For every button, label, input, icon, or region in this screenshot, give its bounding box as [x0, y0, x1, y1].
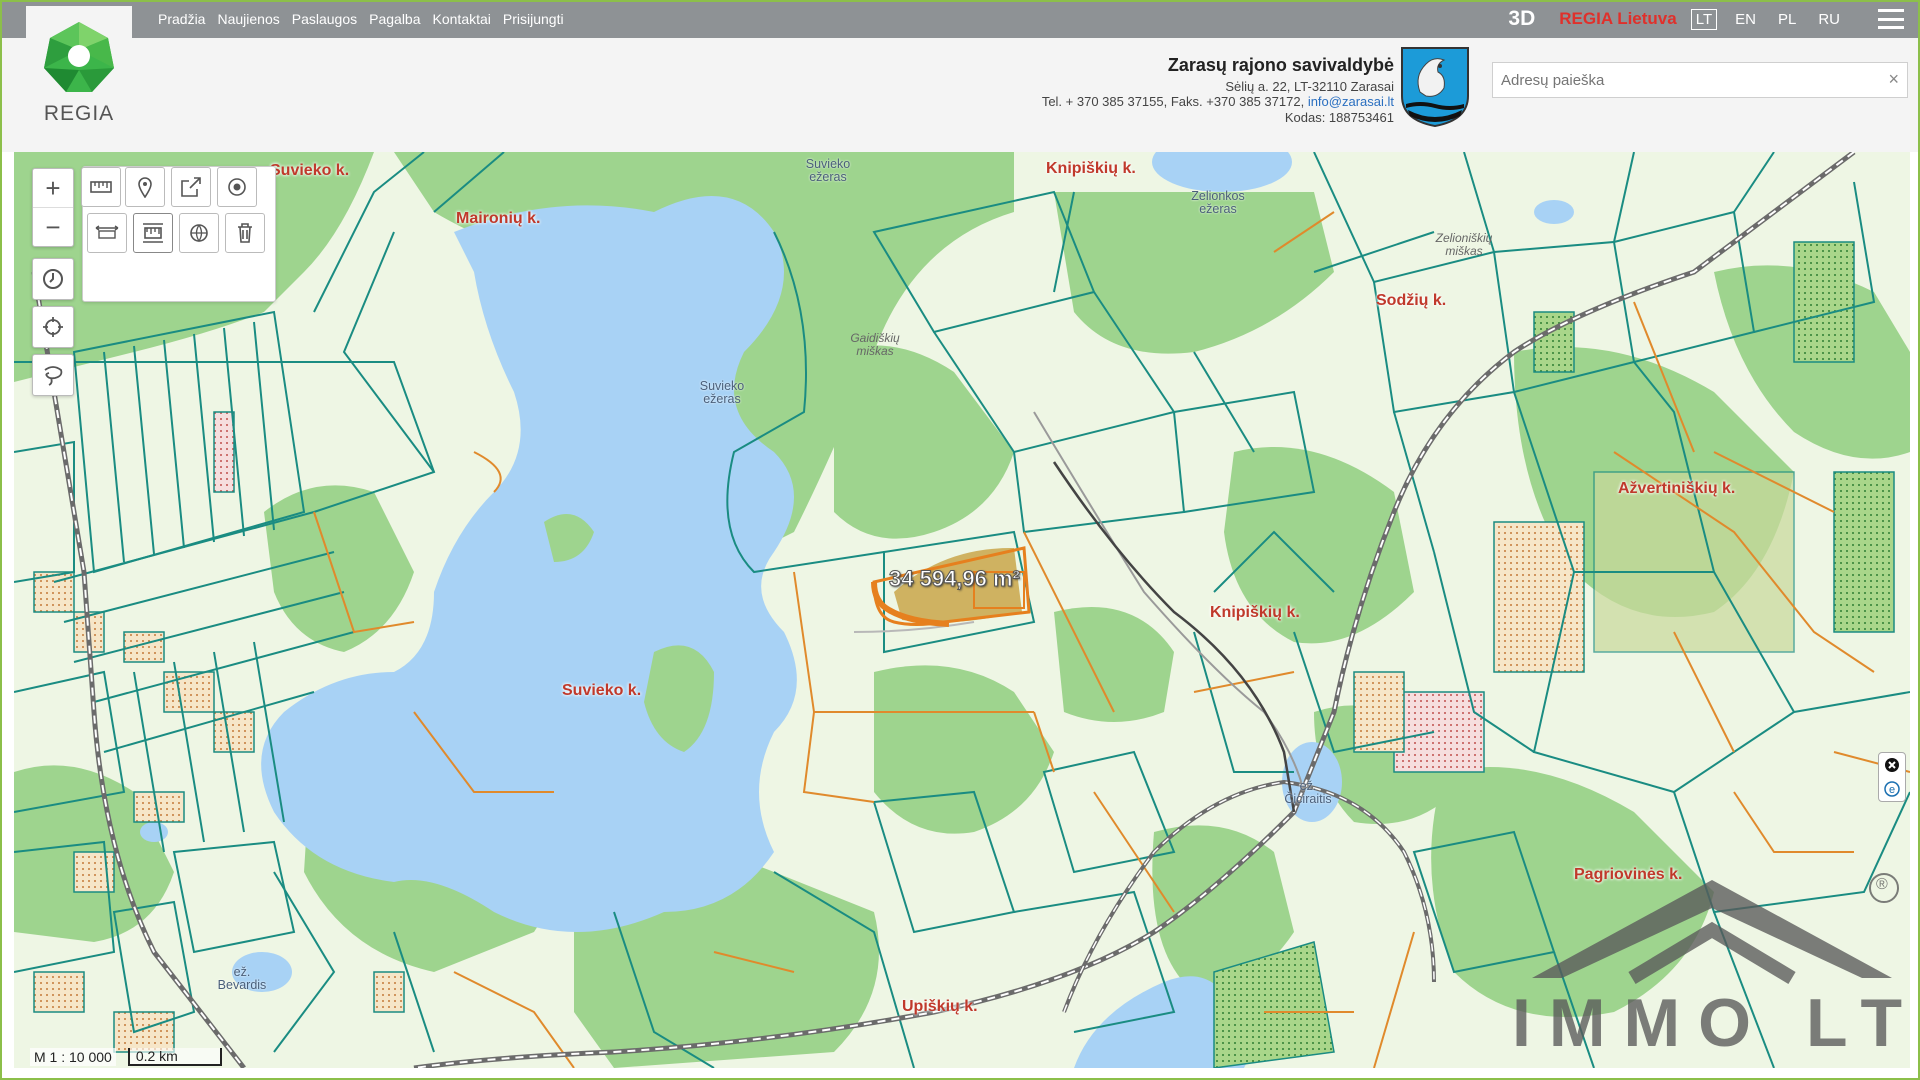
- e-badge-icon[interactable]: e: [1879, 777, 1905, 801]
- lasso-icon[interactable]: [32, 354, 74, 396]
- municipality-email[interactable]: info@zarasai.lt: [1308, 94, 1394, 109]
- clear-search-icon[interactable]: ×: [1888, 69, 1899, 90]
- main-nav: Pradžia Naujienos Paslaugos Pagalba Kont…: [158, 11, 564, 27]
- point-icon[interactable]: [217, 167, 257, 207]
- nav-item-kontaktai[interactable]: Kontaktai: [433, 11, 491, 27]
- label-ez-bevardis: ež. Bevardis: [217, 965, 267, 992]
- 3d-button[interactable]: 3D: [1508, 7, 1535, 31]
- nav-item-prisijungti[interactable]: Prisijungti: [503, 11, 564, 27]
- nav-item-pradzia[interactable]: Pradžia: [158, 11, 205, 27]
- municipality-name: Zarasų rajono savivaldybė: [1167, 55, 1394, 75]
- trash-icon[interactable]: [225, 213, 265, 253]
- municipality-code: Kodas: 188753461: [1284, 109, 1394, 125]
- label-knipiskiu-k-top: Knipiškių k.: [1046, 160, 1136, 177]
- close-circle-icon[interactable]: [1879, 753, 1905, 777]
- nav-item-paslaugos[interactable]: Paslaugos: [292, 11, 357, 27]
- municipality-address: Sėlių a. 22, LT-32110 Zarasai: [1225, 78, 1394, 94]
- lang-en[interactable]: EN: [1731, 10, 1760, 29]
- label-zelioniskiu-miskas: Zelioniškių miškas: [1435, 231, 1493, 258]
- address-search: ×: [1492, 62, 1908, 98]
- regia-logo-icon: [44, 22, 114, 92]
- locate-icon[interactable]: [32, 306, 74, 348]
- lang-lt[interactable]: LT: [1690, 8, 1718, 30]
- scale-bar: 0.2 km: [127, 1048, 222, 1066]
- immo-watermark: ® IMMO LT: [1512, 868, 1902, 1068]
- export-icon[interactable]: [171, 167, 211, 207]
- app-frame: Pradžia Naujienos Paslaugos Pagalba Kont…: [0, 0, 1920, 1080]
- label-upiskiu-k: Upiškių k.: [902, 998, 978, 1015]
- regia-lietuva-link[interactable]: REGIA Lietuva: [1559, 9, 1676, 29]
- label-zelionkos-ezeras: Zelionkos ežeras: [1191, 189, 1245, 216]
- coat-of-arms-icon: [1401, 47, 1469, 128]
- top-right-controls: 3D REGIA Lietuva LT EN PL RU: [1508, 7, 1904, 31]
- label-suvieko-k: Suvieko k.: [562, 682, 642, 699]
- globe-measure-icon[interactable]: [179, 213, 219, 253]
- zoom-controls: + −: [32, 168, 74, 247]
- label-suvieko-ezeras-top: Suvieko ežeras: [805, 157, 851, 184]
- measure-distance-icon[interactable]: [87, 213, 127, 253]
- nav-item-pagalba[interactable]: Pagalba: [369, 11, 420, 27]
- parcel-area-label: 34 594,96 m²: [889, 566, 1021, 592]
- regia-logo[interactable]: REGIA: [26, 6, 132, 134]
- ruler-icon[interactable]: [81, 167, 121, 207]
- address-search-input[interactable]: [1493, 63, 1879, 97]
- municipality-info: Zarasų rajono savivaldybė Sėlių a. 22, L…: [1041, 55, 1394, 125]
- label-ez-ciciraitis: ež. Čiciraitis: [1284, 779, 1332, 806]
- lang-ru[interactable]: RU: [1814, 10, 1844, 29]
- marker-icon[interactable]: [125, 167, 165, 207]
- history-icon[interactable]: [32, 258, 74, 300]
- registered-mark: ®: [1876, 876, 1888, 893]
- menu-icon[interactable]: [1878, 9, 1904, 29]
- label-suvieko-k-top: Suvieko k.: [270, 162, 350, 179]
- scale-ratio: M 1 : 10 000: [30, 1048, 116, 1066]
- measure-tool-panel: [81, 166, 276, 302]
- header: Zarasų rajono savivaldybė Sėlių a. 22, L…: [2, 38, 1918, 152]
- label-knipiskiu-k: Knipiškių k.: [1210, 604, 1300, 621]
- nav-item-naujienos[interactable]: Naujienos: [217, 11, 279, 27]
- map-canvas[interactable]: Suvieko k. Maironių k. Suvieko ežeras Kn…: [14, 152, 1910, 1068]
- top-bar: Pradžia Naujienos Paslaugos Pagalba Kont…: [2, 2, 1918, 38]
- logo-text: REGIA: [43, 102, 115, 125]
- label-sodziu-k: Sodžių k.: [1376, 292, 1447, 309]
- measure-area-icon[interactable]: [133, 213, 173, 253]
- zoom-out-icon[interactable]: −: [33, 207, 73, 246]
- label-suvieko-ezeras: Suvieko ežeras: [699, 379, 745, 406]
- side-controls: e: [1878, 752, 1906, 802]
- lang-pl[interactable]: PL: [1774, 10, 1800, 29]
- zoom-in-icon[interactable]: +: [33, 169, 73, 207]
- label-gaidiskiu-miskas: Gaidiškių miškas: [850, 331, 900, 358]
- svg-text:e: e: [1889, 784, 1895, 796]
- label-azvertiniskiu-k: Ažvertiniškių k.: [1618, 480, 1736, 497]
- label-maironiu-k: Maironių k.: [456, 210, 541, 227]
- immo-watermark-text: IMMO LT: [1512, 985, 1910, 1061]
- municipality-phone: Tel. + 370 385 37155, Faks. +370 385 371…: [1041, 94, 1305, 109]
- map-scale: M 1 : 10 000 0.2 km: [30, 1048, 222, 1066]
